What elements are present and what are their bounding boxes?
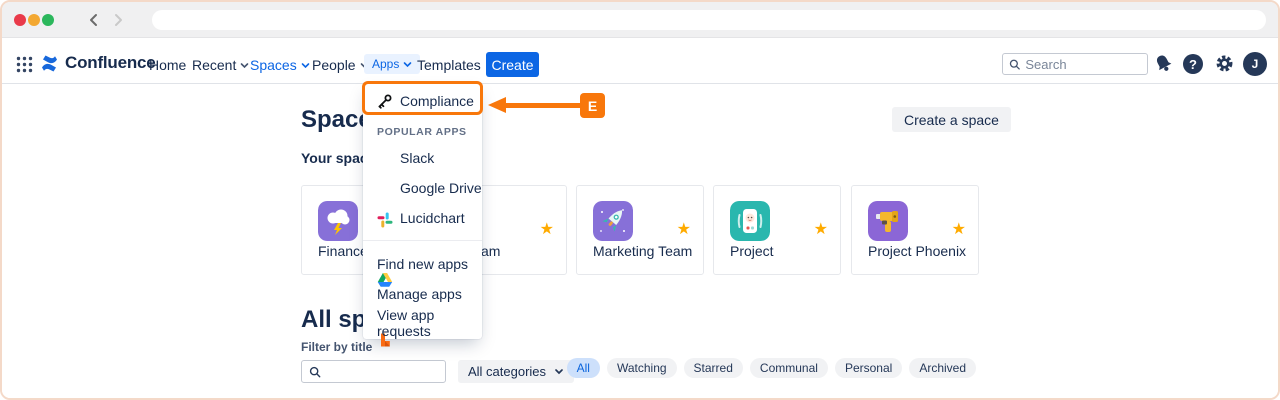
rocket-icon [593, 201, 633, 241]
space-card-project-phoenix[interactable]: ★ Project Phoenix [851, 185, 979, 275]
star-icon[interactable]: ★ [540, 222, 554, 238]
nav-people[interactable]: People [312, 54, 369, 76]
main-content: Spaces Create a space Your spaces Financ… [2, 84, 1278, 400]
search-icon [309, 366, 321, 378]
nav-spaces-label: Spaces [250, 57, 297, 73]
space-card-project[interactable]: ★ Project [713, 185, 841, 275]
nav-people-label: People [312, 57, 356, 73]
app-switcher-icon[interactable] [16, 56, 33, 73]
menu-item-label: View app requests [363, 307, 482, 339]
apps-dropdown-menu: Compliance POPULAR APPS Slack Google Dri… [363, 82, 482, 339]
annotation-arrow-head [488, 97, 506, 113]
nav-apps-label: Apps [372, 57, 399, 71]
search-input[interactable] [1025, 57, 1141, 72]
avatar-initial: J [1252, 57, 1259, 71]
nav-recent-label: Recent [192, 57, 236, 73]
filter-by-title-label: Filter by title [301, 340, 372, 354]
menu-item-google-drive[interactable]: Google Drive [363, 174, 482, 202]
filter-pill-communal[interactable]: Communal [750, 358, 828, 378]
filter-pill-starred[interactable]: Starred [684, 358, 743, 378]
space-card-name: Project Phoenix [868, 243, 966, 259]
space-card-name: am [481, 243, 500, 259]
filter-pill-archived[interactable]: Archived [909, 358, 976, 378]
search-icon [1009, 58, 1020, 71]
notifications-bell-icon[interactable] [1154, 54, 1173, 73]
filter-pill-personal[interactable]: Personal [835, 358, 902, 378]
nav-recent[interactable]: Recent [192, 54, 249, 76]
minimize-window-button[interactable] [28, 14, 40, 26]
categories-value: All categories [468, 364, 546, 379]
menu-item-manage-apps[interactable]: Manage apps [363, 280, 482, 308]
filter-title-input[interactable] [301, 360, 446, 383]
menu-item-label: Google Drive [363, 180, 482, 196]
create-a-space-button[interactable]: Create a space [892, 107, 1011, 132]
nav-templates-label: Templates [417, 57, 481, 73]
star-icon[interactable]: ★ [952, 222, 966, 238]
filter-pill-all[interactable]: All [567, 358, 600, 378]
filter-pill-watching[interactable]: Watching [607, 358, 677, 378]
confluence-home-link[interactable]: Confluence [40, 53, 156, 73]
confluence-logo-icon [40, 54, 59, 73]
storm-cloud-icon [318, 201, 358, 241]
menu-item-find-new-apps[interactable]: Find new apps [363, 250, 482, 278]
close-window-button[interactable] [14, 14, 26, 26]
drill-icon [868, 201, 908, 241]
create-button[interactable]: Create [486, 52, 539, 77]
annotation-arrow-shaft [505, 103, 580, 108]
zoom-window-button[interactable] [42, 14, 54, 26]
popular-apps-header: POPULAR APPS [377, 126, 467, 138]
browser-forward-icon[interactable] [110, 12, 126, 28]
nav-apps[interactable]: Apps [364, 54, 420, 74]
menu-item-compliance[interactable]: Compliance [363, 87, 482, 115]
nav-home[interactable]: Home [149, 54, 186, 76]
chevron-down-icon [403, 61, 412, 68]
global-search[interactable] [1002, 53, 1148, 75]
nav-spaces[interactable]: Spaces [250, 54, 310, 76]
confluence-window: Confluence Home Recent Spaces People App… [0, 0, 1280, 400]
address-bar[interactable] [152, 10, 1266, 30]
space-card-name: Project [730, 243, 774, 259]
key-icon [377, 93, 393, 109]
help-icon[interactable]: ? [1183, 54, 1203, 74]
help-glyph: ? [1189, 57, 1197, 72]
menu-item-lucidchart[interactable]: Lucidchart [363, 204, 482, 232]
chevron-down-icon [240, 62, 249, 69]
menu-item-label: Lucidchart [363, 210, 465, 226]
nav-home-label: Home [149, 57, 186, 73]
space-card-name: Marketing Team [593, 243, 692, 259]
star-icon[interactable]: ★ [677, 222, 691, 238]
chevron-down-icon [301, 62, 310, 69]
space-card-marketing-team[interactable]: ★ Marketing Team [576, 185, 704, 275]
nav-templates[interactable]: Templates [417, 54, 481, 76]
baby-monitor-icon [730, 201, 770, 241]
menu-item-label: Slack [363, 150, 434, 166]
annotation-badge: E [580, 93, 605, 118]
menu-item-label: Manage apps [363, 286, 462, 302]
space-filter-pills: All Watching Starred Communal Personal A… [567, 358, 976, 378]
browser-chrome [2, 2, 1278, 38]
browser-back-icon[interactable] [86, 12, 102, 28]
settings-gear-icon[interactable] [1215, 54, 1234, 73]
star-icon[interactable]: ★ [814, 222, 828, 238]
categories-select[interactable]: All categories [458, 360, 574, 383]
menu-item-label: Find new apps [363, 256, 468, 272]
chevron-down-icon [554, 368, 564, 375]
menu-divider [363, 240, 482, 241]
user-avatar[interactable]: J [1243, 52, 1267, 76]
menu-item-view-app-requests[interactable]: View app requests [363, 309, 482, 337]
menu-item-slack[interactable]: Slack [363, 144, 482, 172]
brand-name: Confluence [65, 53, 156, 73]
